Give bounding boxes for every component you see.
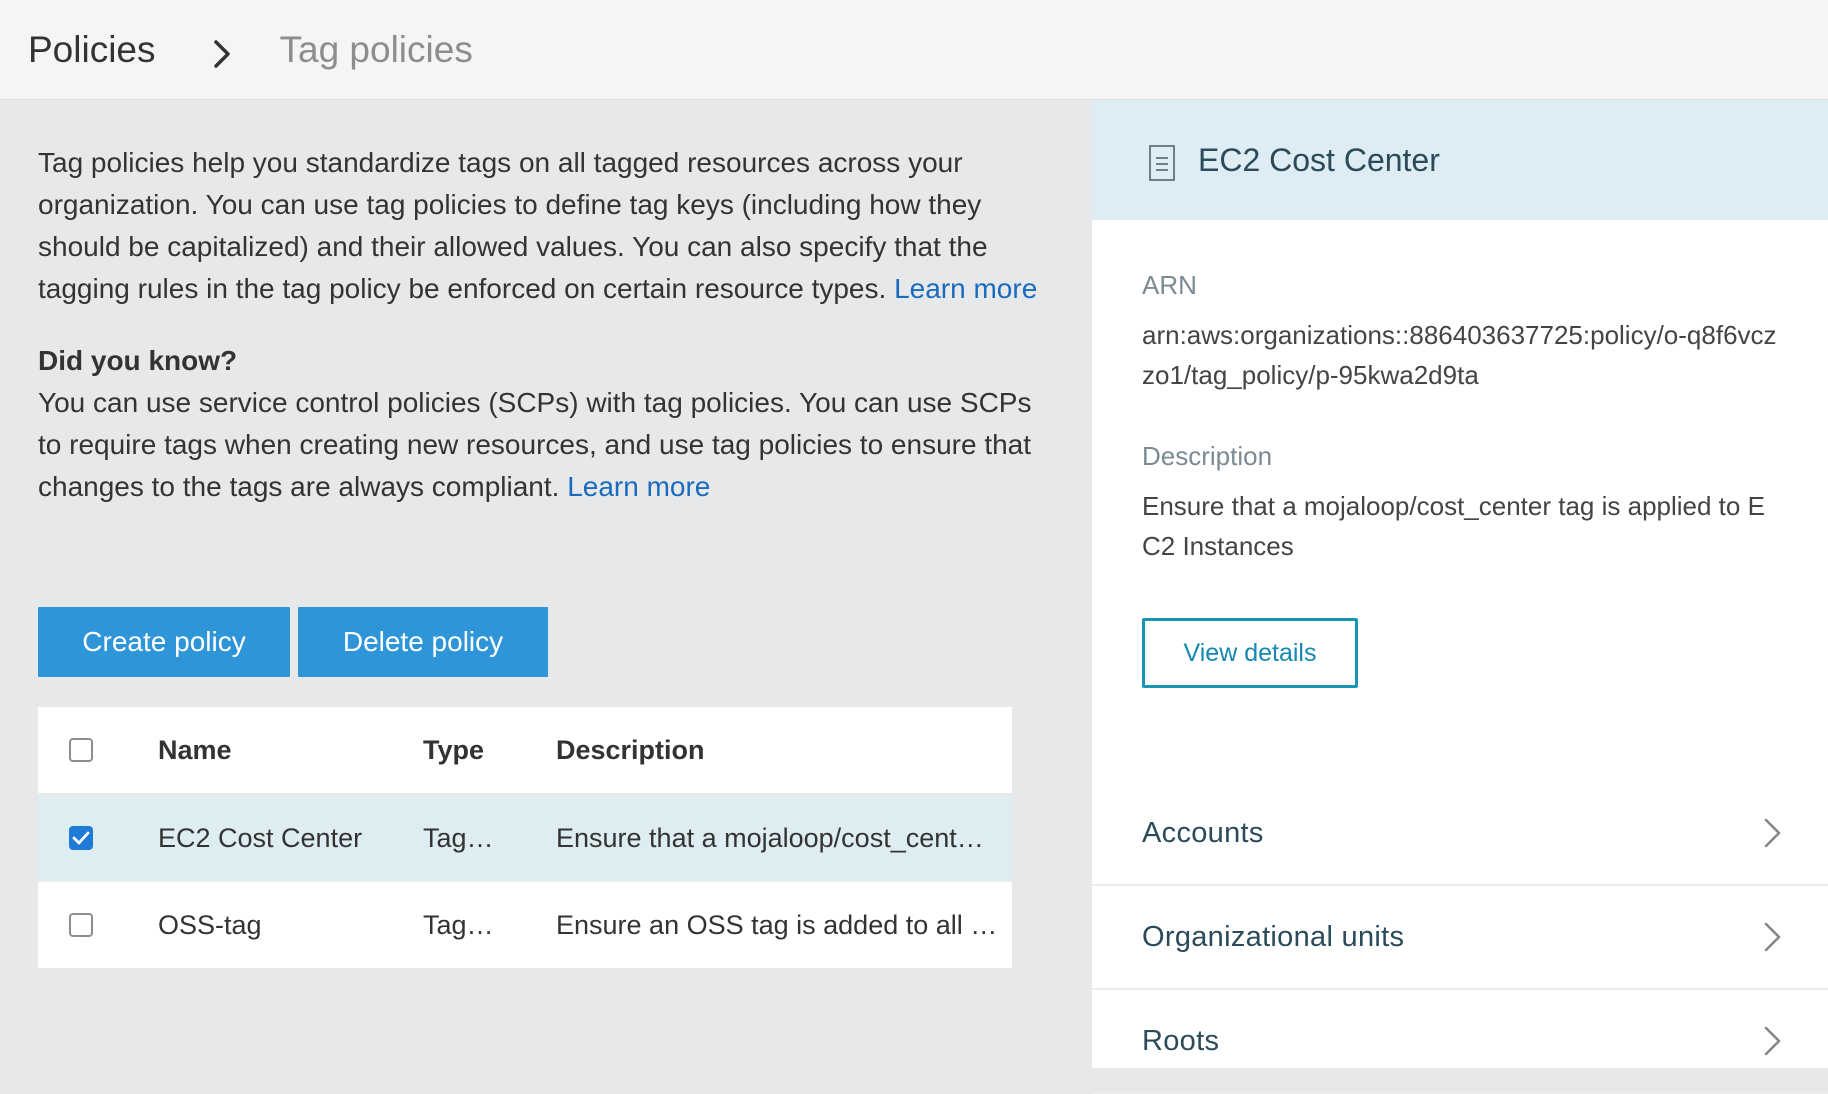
did-you-know-text: You can use service control policies (SC… [38,387,1032,502]
intro-section: Tag policies help you standardize tags o… [38,142,1038,508]
nav-item-roots[interactable]: Roots [1092,990,1828,1094]
select-all-cell [69,738,93,762]
scp-learn-more-link[interactable]: Learn more [567,471,710,502]
intro-paragraph: Tag policies help you standardize tags o… [38,142,1038,310]
breadcrumb: Policies Tag policies [0,0,1828,100]
table-header-row: Name Type Description [38,707,1012,794]
detail-header: EC2 Cost Center [1092,100,1828,220]
nav-item-accounts[interactable]: Accounts [1092,782,1828,886]
table-row[interactable]: OSS-tag Tag… Ensure an OSS tag is added … [38,881,1012,968]
document-icon [1149,145,1175,181]
column-header-type[interactable]: Type [423,735,484,766]
learn-more-link[interactable]: Learn more [894,273,1037,304]
policy-detail-pane: EC2 Cost Center ARN arn:aws:organization… [1092,100,1828,1094]
action-buttons: Create policy Delete policy [38,607,548,677]
chevron-right-icon [1764,1026,1781,1056]
detail-nav-list: Accounts Organizational units Roots [1092,782,1828,1094]
policy-list-pane: Tag policies help you standardize tags o… [0,100,1092,1068]
chevron-right-icon [1764,922,1781,952]
row-description: Ensure that a mojaloop/cost_cent… [556,822,984,853]
row-type: Tag… [423,822,494,853]
policy-table: Name Type Description EC2 Cost Center Ta… [38,707,1012,968]
view-details-button[interactable]: View details [1142,618,1358,688]
detail-title: EC2 Cost Center [1198,141,1440,178]
nav-item-label: Roots [1142,1024,1220,1057]
checkmark-icon [72,831,90,845]
create-policy-button[interactable]: Create policy [38,607,290,677]
nav-item-organizational-units[interactable]: Organizational units [1092,886,1828,990]
arn-label: ARN [1142,270,1197,300]
arn-value: arn:aws:organizations::886403637725:poli… [1142,320,1777,390]
row-name: EC2 Cost Center [158,822,363,853]
table-row[interactable]: EC2 Cost Center Tag… Ensure that a mojal… [38,794,1012,881]
row-description: Ensure an OSS tag is added to all … [556,909,998,940]
nav-item-label: Accounts [1142,816,1264,849]
row-name: OSS-tag [158,909,262,940]
delete-policy-button[interactable]: Delete policy [298,607,548,677]
column-header-name[interactable]: Name [158,735,232,766]
breadcrumb-policies-link[interactable]: Policies [28,31,156,68]
row-check-cell [69,913,93,937]
detail-body: ARN arn:aws:organizations::886403637725:… [1142,220,1782,688]
description-label: Description [1142,441,1273,471]
row-checkbox[interactable] [69,826,93,850]
did-you-know-paragraph: You can use service control policies (SC… [38,382,1038,508]
row-check-cell [69,826,93,850]
chevron-right-icon [202,34,242,74]
row-type: Tag… [423,909,494,940]
row-checkbox[interactable] [69,913,93,937]
intro-text: Tag policies help you standardize tags o… [38,147,988,304]
chevron-right-icon [1764,818,1781,848]
did-you-know-heading: Did you know? [38,345,238,376]
select-all-checkbox[interactable] [69,738,93,762]
description-value: Ensure that a mojaloop/cost_center tag i… [1142,491,1765,561]
column-header-description[interactable]: Description [556,735,705,766]
nav-item-label: Organizational units [1142,920,1405,953]
breadcrumb-current: Tag policies [279,29,473,70]
